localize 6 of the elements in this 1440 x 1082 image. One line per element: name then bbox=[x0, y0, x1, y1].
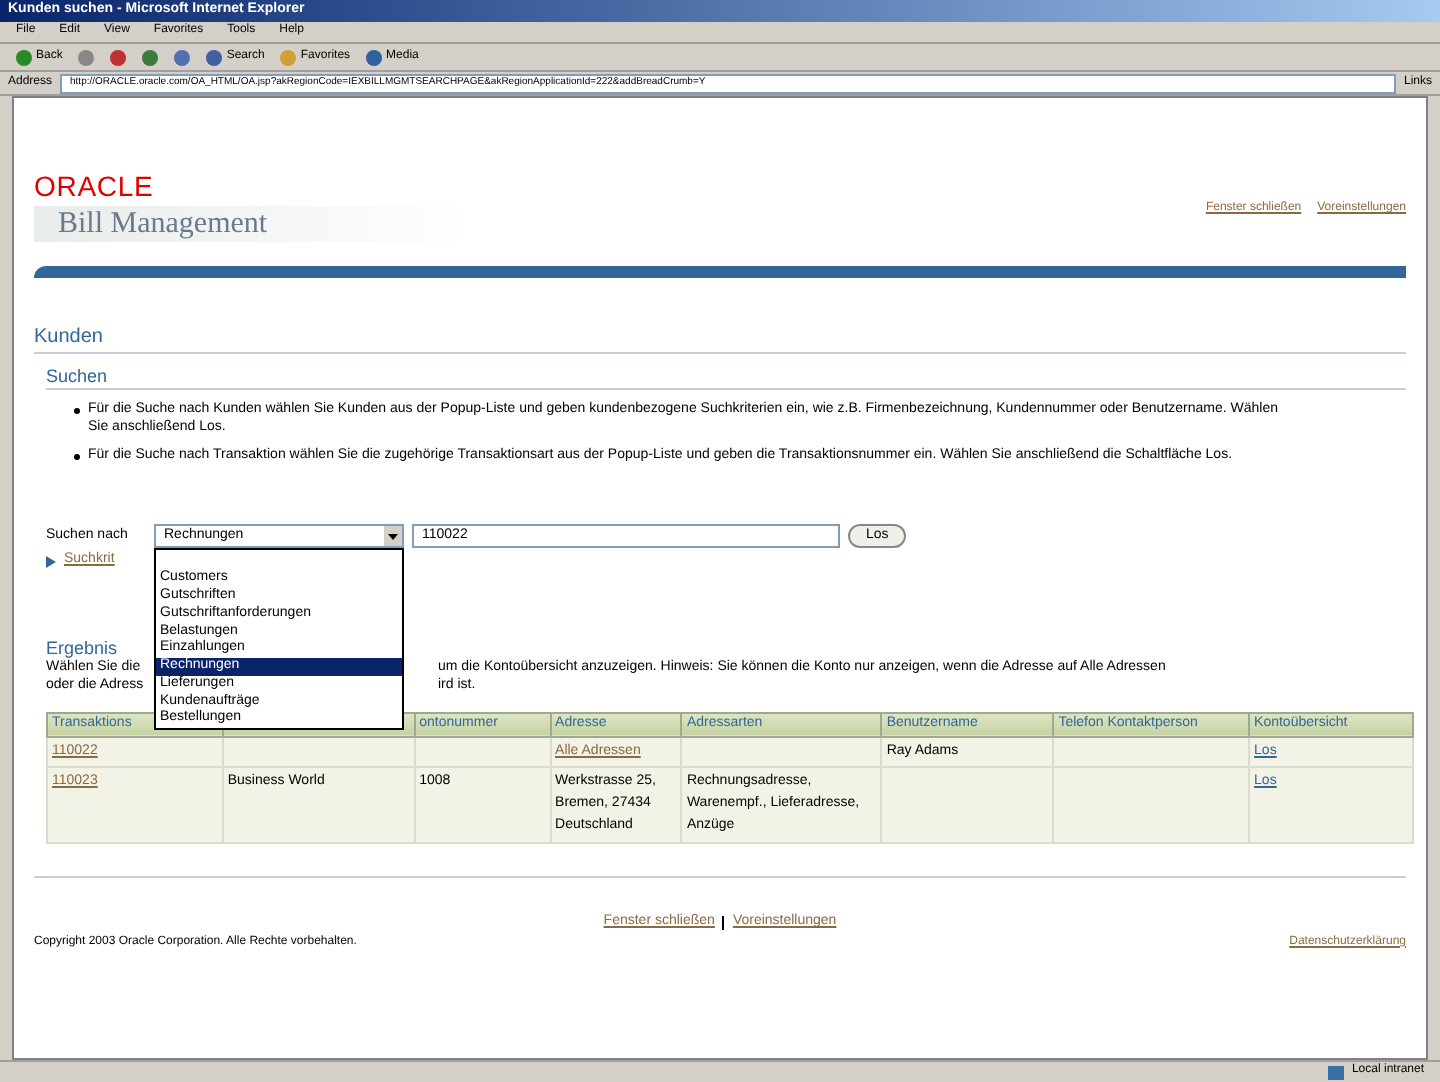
bullet-icon bbox=[74, 453, 80, 459]
oracle-logo: ORACLE bbox=[34, 170, 156, 205]
section-heading: Suchen bbox=[46, 365, 1406, 390]
bullet-icon bbox=[74, 408, 80, 414]
page-title: Kunden bbox=[34, 326, 1406, 354]
expand-arrow-icon bbox=[46, 555, 56, 568]
